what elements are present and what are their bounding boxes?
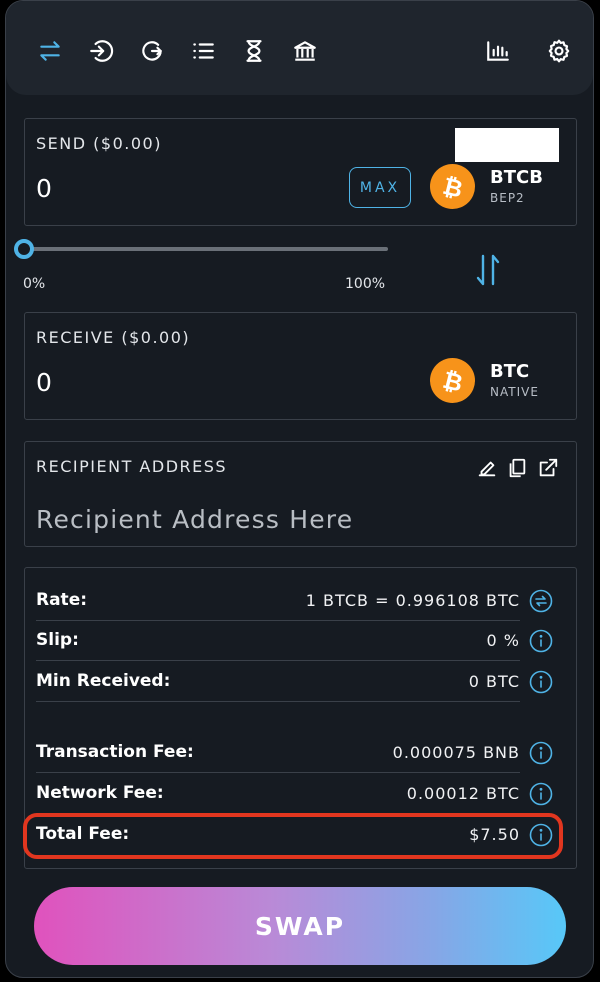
swap-icon[interactable] (34, 35, 66, 67)
slider-max-label: 100% (345, 276, 386, 292)
send-label: SEND ($0.00) (36, 134, 162, 153)
slider-min-label: 0% (23, 276, 46, 292)
toggle-rate-icon[interactable] (529, 589, 553, 613)
edit-icon[interactable] (476, 457, 498, 479)
transaction-fee-row: Transaction Fee: 0.000075 BNB (36, 734, 520, 770)
list-icon[interactable] (187, 35, 219, 67)
svg-text:₿: ₿ (440, 172, 466, 202)
send-asset-symbol[interactable]: BTCB (490, 167, 543, 188)
percent-slider-thumb[interactable] (14, 239, 34, 259)
slip-label: Slip: (36, 630, 79, 650)
divider (36, 620, 520, 621)
rate-label: Rate: (36, 590, 88, 610)
receive-amount: 0 (36, 368, 52, 397)
redo-icon[interactable] (136, 35, 168, 67)
swap-button[interactable]: SWAP (34, 887, 566, 965)
min-received-label: Min Received: (36, 671, 171, 691)
rate-value: 1 BTCB = 0.996108 BTC (305, 591, 520, 610)
bank-icon[interactable] (289, 35, 321, 67)
bitcoin-icon[interactable]: ₿ (430, 164, 475, 209)
chart-icon[interactable] (482, 35, 514, 67)
slip-value: 0 % (486, 631, 520, 650)
gear-icon[interactable] (543, 35, 575, 67)
redacted-box (455, 128, 559, 162)
network-fee-row: Network Fee: 0.00012 BTC (36, 775, 520, 811)
receive-asset-symbol[interactable]: BTC (490, 361, 529, 382)
send-amount-input[interactable]: 0 (36, 174, 52, 203)
total-fee-highlight (23, 813, 563, 859)
divider (36, 660, 520, 661)
receive-label: RECEIVE ($0.00) (36, 328, 191, 347)
recipient-address-input[interactable] (36, 501, 556, 537)
swap-app: SEND ($0.00) 0 MAX ₿ BTCB BEP2 0% 100% R… (5, 0, 594, 978)
info-icon[interactable] (529, 741, 553, 765)
percent-slider-track[interactable] (24, 247, 388, 251)
network-fee-label: Network Fee: (36, 783, 164, 803)
divider (36, 701, 520, 702)
recipient-label: RECIPIENT ADDRESS (36, 457, 228, 476)
receive-asset-chain: NATIVE (490, 385, 539, 399)
transaction-fee-value: 0.000075 BNB (392, 743, 520, 762)
swap-direction-icon[interactable] (473, 253, 503, 287)
info-icon[interactable] (529, 629, 553, 653)
slip-row: Slip: 0 % (36, 622, 520, 658)
transaction-fee-label: Transaction Fee: (36, 742, 194, 762)
min-received-row: Min Received: 0 BTC (36, 663, 520, 699)
info-icon[interactable] (529, 782, 553, 806)
network-fee-value: 0.00012 BTC (406, 784, 520, 803)
divider (36, 772, 520, 773)
bitcoin-icon[interactable]: ₿ (430, 358, 475, 403)
max-button[interactable]: MAX (349, 167, 411, 208)
info-icon[interactable] (529, 670, 553, 694)
top-nav-bar (6, 1, 593, 95)
min-received-value: 0 BTC (468, 672, 520, 691)
sign-in-icon[interactable] (85, 35, 117, 67)
rate-row: Rate: 1 BTCB = 0.996108 BTC (36, 582, 520, 618)
svg-text:₿: ₿ (440, 366, 466, 396)
send-asset-chain: BEP2 (490, 191, 525, 205)
external-link-icon[interactable] (537, 457, 559, 479)
copy-icon[interactable] (506, 457, 528, 479)
hourglass-icon[interactable] (238, 35, 270, 67)
